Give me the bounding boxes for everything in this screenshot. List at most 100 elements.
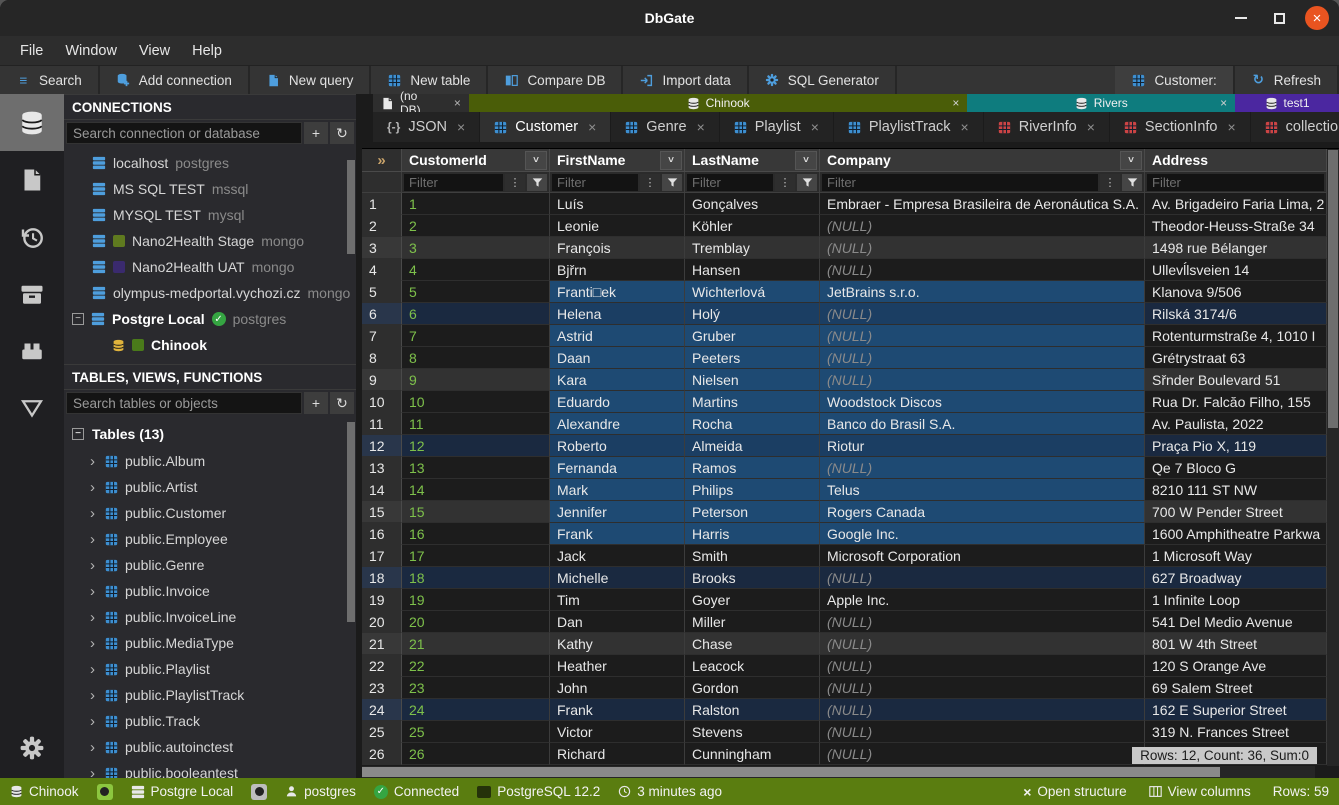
cell-firstname[interactable]: Jennifer: [550, 501, 685, 523]
table-row[interactable]: 88DaanPeeters(NULL)Grétrystraat 63: [362, 347, 1327, 369]
connection-chinook[interactable]: Chinook: [64, 332, 356, 358]
cell-customerid[interactable]: 25: [402, 721, 550, 743]
cell-firstname[interactable]: Eduardo: [550, 391, 685, 413]
filter-input-company[interactable]: Filter: [822, 174, 1098, 191]
filter-menu-icon[interactable]: ⋮: [775, 174, 795, 191]
cell-lastname[interactable]: Goyer: [685, 589, 820, 611]
column-dropdown-icon[interactable]: ˅: [660, 151, 682, 170]
cell-lastname[interactable]: Köhler: [685, 215, 820, 237]
filter-triangle-icon[interactable]: [0, 379, 64, 436]
cell-customerid[interactable]: 24: [402, 699, 550, 721]
chevron-right-icon[interactable]: ›: [90, 505, 98, 522]
table-row[interactable]: 2525VictorStevens(NULL)319 N. Frances St…: [362, 721, 1327, 743]
connection-postgre-local[interactable]: −Postgre Local✓postgres: [64, 306, 356, 332]
row-number[interactable]: 22: [362, 655, 402, 677]
column-header-company[interactable]: Company˅: [820, 149, 1145, 172]
cell-lastname[interactable]: Brooks: [685, 567, 820, 589]
chevron-right-icon[interactable]: ›: [90, 531, 98, 548]
cell-company[interactable]: Banco do Brasil S.A.: [820, 413, 1145, 435]
cell-customerid[interactable]: 13: [402, 457, 550, 479]
cell-firstname[interactable]: Astrid: [550, 325, 685, 347]
connection-localhost[interactable]: localhostpostgres: [64, 150, 356, 176]
cell-customerid[interactable]: 10: [402, 391, 550, 413]
tree-item-public-employee[interactable]: ›public.Employee: [64, 526, 356, 552]
row-number[interactable]: 14: [362, 479, 402, 501]
cell-company[interactable]: Rogers Canada: [820, 501, 1145, 523]
row-number[interactable]: 21: [362, 633, 402, 655]
filter-input-firstname[interactable]: Filter: [552, 174, 638, 191]
cell-lastname[interactable]: Tremblay: [685, 237, 820, 259]
tree-item-public-track[interactable]: ›public.Track: [64, 708, 356, 734]
cell-customerid[interactable]: 15: [402, 501, 550, 523]
column-header-customerid[interactable]: CustomerId˅: [402, 149, 550, 172]
tree-item-public-invoiceline[interactable]: ›public.InvoiceLine: [64, 604, 356, 630]
tab-group--no-db-[interactable]: (no DB)×: [373, 94, 469, 112]
cell-address[interactable]: Av. Brigadeiro Faria Lima, 2: [1145, 193, 1327, 215]
column-header-address[interactable]: Address: [1145, 149, 1327, 172]
history-icon[interactable]: [0, 208, 64, 265]
filter-input-lastname[interactable]: Filter: [687, 174, 773, 191]
chevron-right-icon[interactable]: ›: [90, 479, 98, 496]
cell-address[interactable]: Klanova 9/506: [1145, 281, 1327, 303]
filter-input-address[interactable]: Filter: [1147, 174, 1324, 191]
table-row[interactable]: 77AstridGruber(NULL)Rotenturmstraße 4, 1…: [362, 325, 1327, 347]
close-tab-group-icon[interactable]: ×: [454, 96, 461, 110]
cell-company[interactable]: (NULL): [820, 633, 1145, 655]
chevron-right-icon[interactable]: ›: [90, 583, 98, 600]
toolbar-search[interactable]: ≡Search: [0, 66, 100, 94]
cell-company[interactable]: Woodstock Discos: [820, 391, 1145, 413]
table-row[interactable]: 1313FernandaRamos(NULL)Qe 7 Bloco G: [362, 457, 1327, 479]
cell-lastname[interactable]: Philips: [685, 479, 820, 501]
cell-company[interactable]: (NULL): [820, 677, 1145, 699]
tree-item-public-mediatype[interactable]: ›public.MediaType: [64, 630, 356, 656]
cell-address[interactable]: 627 Broadway: [1145, 567, 1327, 589]
row-number[interactable]: 1: [362, 193, 402, 215]
menu-help[interactable]: Help: [182, 39, 232, 63]
cell-address[interactable]: 1 Microsoft Way: [1145, 545, 1327, 567]
add-connection-plus-button[interactable]: +: [304, 122, 328, 144]
menu-window[interactable]: Window: [55, 39, 127, 63]
status-postgres[interactable]: postgres: [285, 784, 356, 800]
tables-scrollbar[interactable]: [347, 422, 355, 622]
table-row[interactable]: 2222HeatherLeacock(NULL)120 S Orange Ave: [362, 655, 1327, 677]
close-tab-icon[interactable]: ×: [1087, 119, 1095, 135]
cell-company[interactable]: (NULL): [820, 259, 1145, 281]
plugins-icon[interactable]: [0, 322, 64, 379]
tree-item-public-customer[interactable]: ›public.Customer: [64, 500, 356, 526]
chevron-right-icon[interactable]: ›: [90, 453, 98, 470]
cell-address[interactable]: 700 W Pender Street: [1145, 501, 1327, 523]
cell-address[interactable]: Sřnder Boulevard 51: [1145, 369, 1327, 391]
toolbar-customer[interactable]: Customer:: [1115, 66, 1234, 94]
tab-genre[interactable]: Genre×: [611, 112, 720, 142]
cell-lastname[interactable]: Smith: [685, 545, 820, 567]
row-number[interactable]: 6: [362, 303, 402, 325]
cell-customerid[interactable]: 21: [402, 633, 550, 655]
cell-lastname[interactable]: Nielsen: [685, 369, 820, 391]
connections-refresh-button[interactable]: ↻: [330, 122, 354, 144]
collapse-icon[interactable]: −: [72, 428, 84, 440]
table-row[interactable]: 1212RobertoAlmeidaRioturPraça Pio X, 119: [362, 435, 1327, 457]
cell-firstname[interactable]: Daan: [550, 347, 685, 369]
row-number[interactable]: 7: [362, 325, 402, 347]
cell-lastname[interactable]: Harris: [685, 523, 820, 545]
menu-file[interactable]: File: [10, 39, 53, 63]
cell-firstname[interactable]: Fernanda: [550, 457, 685, 479]
filter-menu-icon[interactable]: ⋮: [1100, 174, 1120, 191]
cell-lastname[interactable]: Chase: [685, 633, 820, 655]
cell-address[interactable]: 1600 Amphitheatre Parkwa: [1145, 523, 1327, 545]
cell-lastname[interactable]: Stevens: [685, 721, 820, 743]
tree-item-public-album[interactable]: ›public.Album: [64, 448, 356, 474]
close-tab-icon[interactable]: ×: [457, 119, 465, 135]
chevron-right-icon[interactable]: ›: [90, 635, 98, 652]
cell-firstname[interactable]: Victor: [550, 721, 685, 743]
cell-firstname[interactable]: Roberto: [550, 435, 685, 457]
row-number[interactable]: 12: [362, 435, 402, 457]
cell-company[interactable]: Google Inc.: [820, 523, 1145, 545]
vertical-scrollbar[interactable]: [1327, 149, 1339, 766]
row-number[interactable]: 25: [362, 721, 402, 743]
cell-address[interactable]: 319 N. Frances Street: [1145, 721, 1327, 743]
cell-lastname[interactable]: Wichterlová: [685, 281, 820, 303]
close-tab-icon[interactable]: ×: [588, 119, 596, 135]
cell-customerid[interactable]: 16: [402, 523, 550, 545]
cell-address[interactable]: Theodor-Heuss-Straße 34: [1145, 215, 1327, 237]
